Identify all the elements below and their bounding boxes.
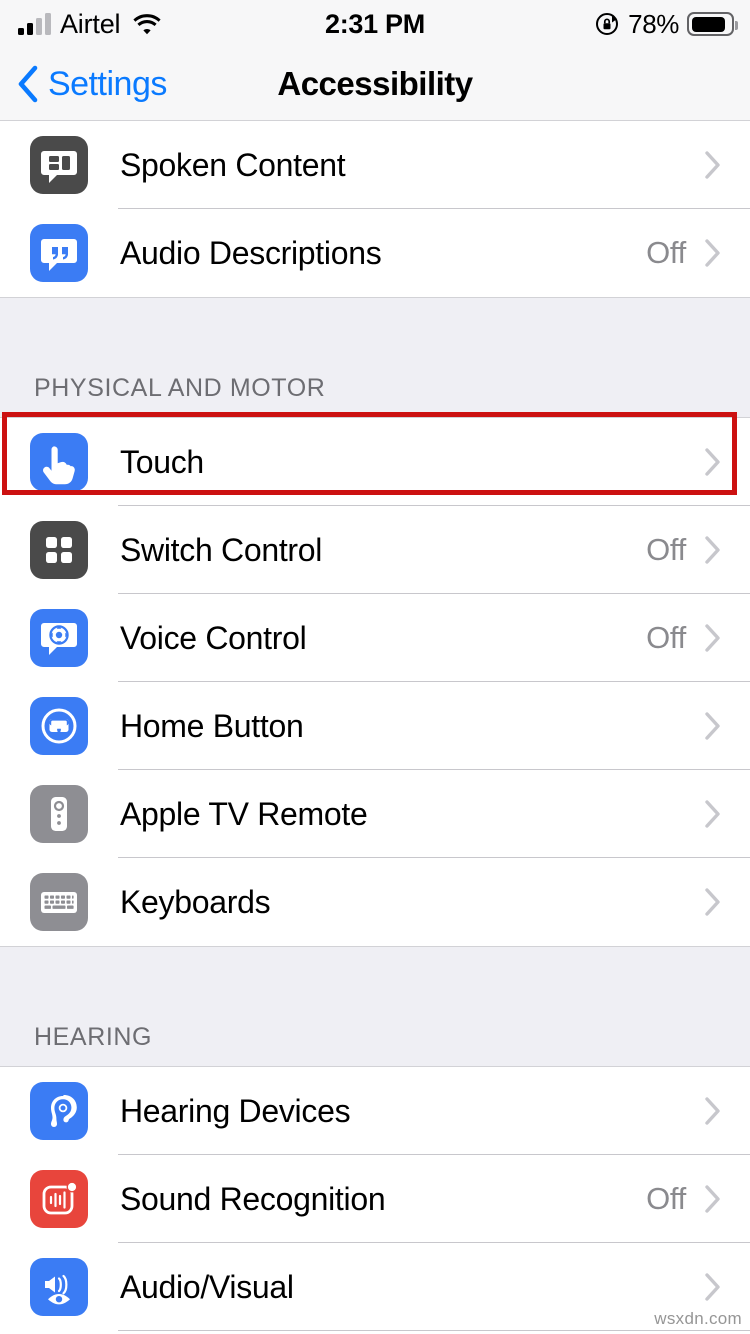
chevron-right-icon (704, 799, 722, 829)
touch-icon (30, 433, 88, 491)
chevron-right-icon (704, 711, 722, 741)
keyboards-icon (30, 873, 88, 931)
hearing-devices-icon (30, 1082, 88, 1140)
chevron-right-icon (704, 623, 722, 653)
section-gap-hearing: HEARING (0, 946, 750, 1067)
section-header-hearing: HEARING (34, 1023, 153, 1051)
settings-row-label: Touch (120, 443, 204, 480)
switch-control-icon (30, 521, 88, 579)
settings-row-label: Spoken Content (120, 146, 346, 183)
section-header-physical-and-motor: PHYSICAL AND MOTOR (34, 374, 326, 402)
settings-row-spoken-content[interactable]: Spoken Content (0, 121, 750, 209)
rotation-lock-icon (594, 11, 620, 37)
settings-row-sound-recognition[interactable]: Sound Recognition Off (0, 1155, 750, 1243)
settings-row-keyboards[interactable]: Keyboards (0, 858, 750, 946)
battery-percentage: 78% (628, 8, 679, 39)
settings-row-value: Off (646, 1181, 686, 1216)
settings-row-label: Apple TV Remote (120, 795, 368, 832)
chevron-right-icon (704, 535, 722, 565)
chevron-right-icon (704, 150, 722, 180)
settings-row-audio-visual[interactable]: Audio/Visual (0, 1243, 750, 1331)
voice-control-icon (30, 609, 88, 667)
settings-row-label: Audio Descriptions (120, 234, 382, 271)
spoken-content-icon (30, 136, 88, 194)
chevron-right-icon (704, 238, 722, 268)
status-bar: Airtel 2:31 PM 78% (0, 0, 750, 48)
status-bar-right: 78% (594, 0, 738, 48)
settings-row-label: Hearing Devices (120, 1092, 351, 1129)
chevron-right-icon (704, 887, 722, 917)
page-title: Accessibility (277, 65, 473, 102)
settings-group-physical-and-motor: Touch Switch Control Off Voice Control O… (0, 418, 750, 946)
settings-row-hearing-devices[interactable]: Hearing Devices (0, 1067, 750, 1155)
chevron-right-icon (704, 1272, 722, 1302)
section-gap-physical-and-motor: PHYSICAL AND MOTOR (0, 297, 750, 418)
iphone-screen: Airtel 2:31 PM 78% Settings Accessibilit… (0, 0, 750, 1334)
chevron-right-icon (704, 447, 722, 477)
settings-row-label: Sound Recognition (120, 1180, 386, 1217)
settings-row-home-button[interactable]: Home Button (0, 682, 750, 770)
apple-tv-remote-icon (30, 785, 88, 843)
settings-group-vision-continued: Spoken Content Audio Descriptions Off (0, 121, 750, 297)
settings-row-touch[interactable]: Touch (0, 418, 750, 506)
battery-icon (687, 12, 738, 36)
settings-row-label: Voice Control (120, 619, 307, 656)
settings-row-value: Off (646, 235, 686, 270)
navigation-bar: Settings Accessibility (0, 48, 750, 121)
chevron-right-icon (704, 1096, 722, 1126)
settings-row-voice-control[interactable]: Voice Control Off (0, 594, 750, 682)
watermark: wsxdn.com (654, 1309, 742, 1328)
audio-visual-icon (30, 1258, 88, 1316)
settings-group-hearing: Hearing Devices Sound Recognition Off Au… (0, 1067, 750, 1334)
settings-row-switch-control[interactable]: Switch Control Off (0, 506, 750, 594)
settings-row-label: Switch Control (120, 531, 323, 568)
settings-list[interactable]: Spoken Content Audio Descriptions Off PH… (0, 121, 750, 1334)
audio-descriptions-icon (30, 224, 88, 282)
chevron-right-icon (704, 1184, 722, 1214)
settings-row-label: Audio/Visual (120, 1268, 294, 1305)
settings-row-value: Off (646, 532, 686, 567)
settings-row-apple-tv-remote[interactable]: Apple TV Remote (0, 770, 750, 858)
sound-recognition-icon (30, 1170, 88, 1228)
settings-row-label: Home Button (120, 707, 304, 744)
settings-row-audio-descriptions[interactable]: Audio Descriptions Off (0, 209, 750, 297)
settings-row-value: Off (646, 620, 686, 655)
settings-row-label: Keyboards (120, 883, 271, 920)
home-button-icon (30, 697, 88, 755)
